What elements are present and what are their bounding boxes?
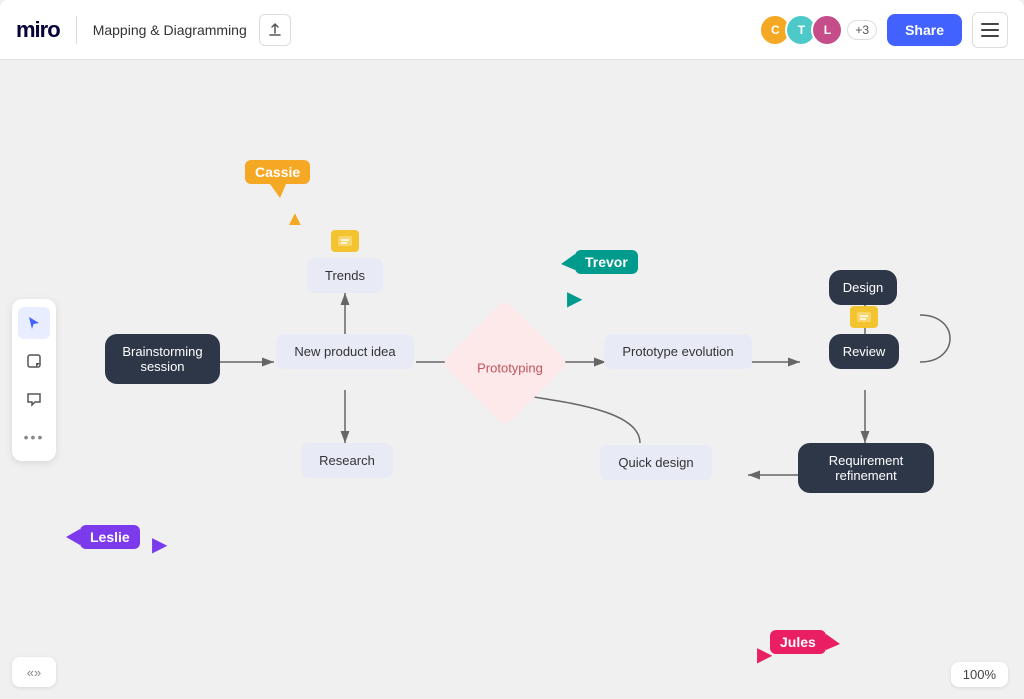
- quick-design-label: Quick design: [600, 445, 711, 480]
- avatar-leslie: L: [811, 14, 843, 46]
- cursor-tool[interactable]: [18, 307, 50, 339]
- leslie-cursor-arrow: ▶: [152, 532, 167, 557]
- research-node[interactable]: Research: [282, 443, 412, 478]
- jules-cursor-arrow: ▶: [757, 642, 772, 667]
- miro-logo: miro: [16, 17, 60, 43]
- prototype-evolution-node[interactable]: Prototype evolution: [604, 334, 752, 369]
- new-product-node[interactable]: New product idea: [275, 334, 415, 369]
- trends-comment-icon: [331, 230, 359, 252]
- cursor-cassie: Cassie: [245, 160, 310, 184]
- header-divider: [76, 16, 77, 44]
- research-label: Research: [301, 443, 393, 478]
- expand-button[interactable]: «»: [12, 657, 56, 687]
- cursor-trevor: Trevor: [575, 250, 638, 274]
- comment-tool[interactable]: [18, 383, 50, 415]
- canvas[interactable]: Brainstorming session Trends New product…: [0, 60, 1024, 699]
- more-tools-button[interactable]: •••: [18, 421, 50, 453]
- design-node[interactable]: Design: [798, 270, 928, 305]
- cursor-leslie: Leslie: [80, 525, 140, 549]
- header-right: C T L +3 Share: [759, 12, 1008, 48]
- share-button[interactable]: Share: [887, 14, 962, 46]
- extra-users-badge: +3: [847, 20, 877, 40]
- trevor-cursor-arrow: ▶: [567, 286, 582, 311]
- sticky-note-tool[interactable]: [18, 345, 50, 377]
- brainstorming-node[interactable]: Brainstorming session: [105, 334, 220, 384]
- avatar-group: C T L +3: [759, 14, 877, 46]
- trends-node[interactable]: Trends: [295, 258, 395, 293]
- brainstorming-label: Brainstorming session: [105, 334, 220, 384]
- quick-design-node[interactable]: Quick design: [591, 445, 721, 480]
- new-product-label: New product idea: [276, 334, 413, 369]
- upload-button[interactable]: [259, 14, 291, 46]
- cassie-cursor-arrow: ▲: [285, 208, 305, 231]
- prototyping-label: Prototyping: [477, 361, 543, 376]
- board-title: Mapping & Diagramming: [93, 22, 247, 38]
- prototype-evolution-label: Prototype evolution: [604, 334, 751, 369]
- review-comment-icon: [850, 306, 878, 328]
- review-label: Review: [829, 334, 900, 369]
- review-node[interactable]: Review: [800, 334, 928, 369]
- design-label: Design: [829, 270, 897, 305]
- requirement-refinement-label: Requirement refinement: [798, 443, 934, 493]
- left-toolbar: •••: [12, 299, 56, 461]
- header: miro Mapping & Diagramming C T L +3 Shar…: [0, 0, 1024, 60]
- trends-label: Trends: [307, 258, 383, 293]
- menu-button[interactable]: [972, 12, 1008, 48]
- zoom-indicator: 100%: [951, 662, 1008, 687]
- requirement-refinement-node[interactable]: Requirement refinement: [798, 443, 934, 493]
- cursor-jules: Jules: [770, 630, 826, 654]
- prototyping-node[interactable]: Prototyping: [460, 318, 560, 418]
